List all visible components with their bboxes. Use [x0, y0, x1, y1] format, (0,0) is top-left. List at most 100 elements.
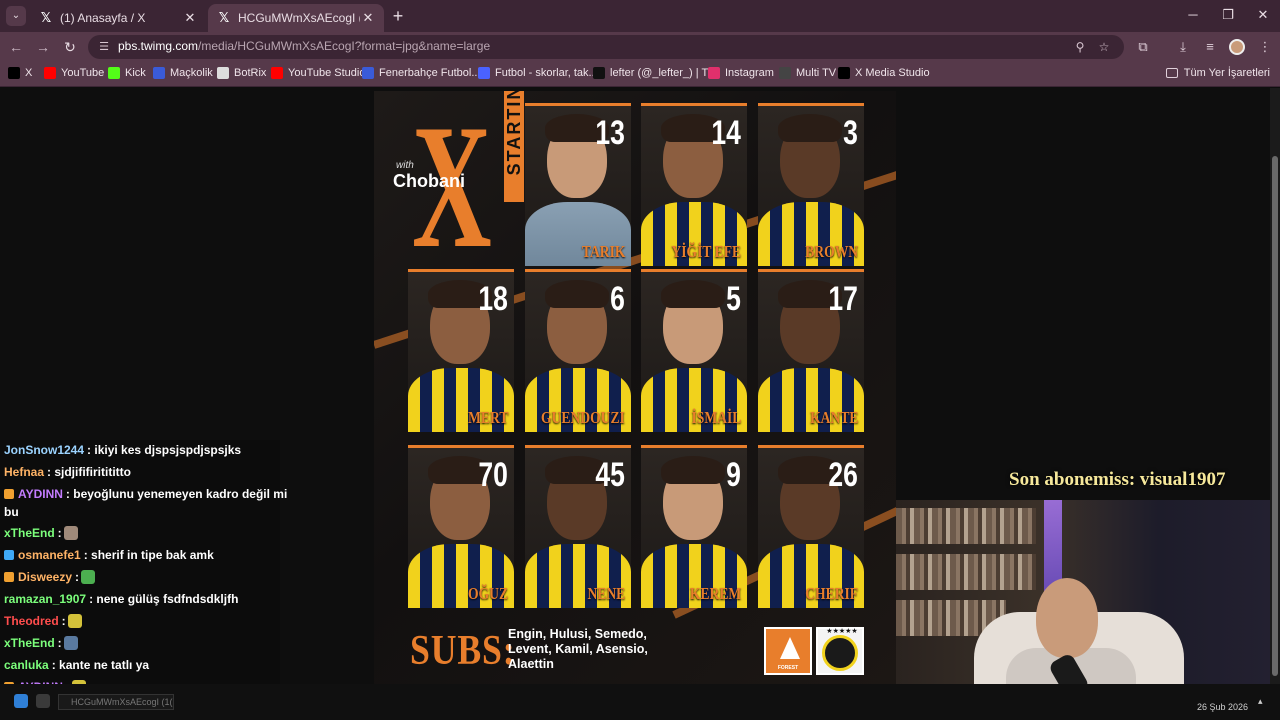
tab-media[interactable]: 𝕏 HCGuMWmXsAEcogI (1080×13 ✕	[208, 4, 384, 32]
bookmark-label: X	[25, 67, 33, 79]
x-logo-icon: 𝕏	[40, 10, 52, 25]
player-name: KANTE	[809, 408, 858, 427]
kick-icon	[108, 67, 120, 79]
sponsor-name: Chobani	[393, 171, 465, 191]
restore-icon[interactable]: ❐	[1211, 4, 1245, 26]
bookmark-label: Kick	[125, 67, 146, 79]
close-tab-icon[interactable]: ✕	[182, 10, 198, 26]
botrix-icon	[217, 67, 229, 79]
bookmark-botrix[interactable]: BotRix	[217, 67, 266, 79]
player-name: KEREM	[689, 584, 741, 603]
reload-icon[interactable]: ↻	[60, 37, 80, 57]
fenerbahce-crest: ★★★★★	[816, 627, 864, 675]
player-name: İSMAİL	[691, 408, 741, 427]
bookmark-x[interactable]: X	[8, 67, 32, 79]
tab-search-button[interactable]: ⌄	[6, 6, 26, 26]
media-control-icon[interactable]: ≡	[1201, 38, 1219, 56]
download-icon[interactable]: ⤓	[1174, 38, 1192, 56]
crest-ring	[822, 635, 858, 671]
player-hair	[545, 280, 609, 308]
player-number: 5	[726, 280, 741, 318]
chat-message: osmanefe1: sherif in tipe bak amk	[4, 547, 214, 563]
close-window-icon[interactable]: ✕	[1246, 4, 1280, 26]
bookmark-label: Fenerbahçe Futbol...	[379, 67, 481, 79]
subs-list: Engin, Hulusi, Semedo, Levent, Kamil, As…	[508, 627, 648, 671]
chat-message: bu	[4, 504, 19, 520]
bookmark-m[interactable]: Fenerbahçe Futbol...	[362, 67, 481, 79]
bookmark-multitv[interactable]: Multi TV	[779, 67, 836, 79]
chat-username[interactable]: AYDINN	[18, 487, 63, 501]
bookshelf	[896, 554, 1036, 590]
chat-text: bu	[4, 505, 19, 519]
taskbar-app-icon[interactable]	[36, 694, 50, 708]
minimize-icon[interactable]: ─	[1176, 4, 1210, 26]
player-card: 26 CHERIF	[758, 445, 864, 608]
chat-text: :	[57, 636, 62, 650]
forward-arrow-icon[interactable]: →	[33, 37, 53, 57]
tray-icon[interactable]: ▴	[1258, 696, 1268, 706]
chat-emote-icon	[63, 636, 78, 650]
chat-username[interactable]: xTheEnd	[4, 636, 55, 650]
tab-anasayfa[interactable]: 𝕏 (1) Anasayfa / X ✕	[30, 4, 206, 32]
start-icon[interactable]	[14, 694, 28, 708]
stream-chat: JonSnow1244: ikiyi kes djspsjspdjspsjks H…	[0, 440, 287, 720]
url-host: pbs.twimg.com	[118, 39, 199, 53]
player-card: 9 KEREM	[641, 445, 747, 608]
bookmark-youtube[interactable]: YouTube	[44, 67, 104, 79]
player-name: GUENDOUZI	[541, 408, 625, 427]
crest-stars: ★★★★★	[826, 628, 858, 635]
player-hair	[778, 114, 842, 142]
bookmark-instagram[interactable]: Instagram	[708, 67, 774, 79]
player-name: BROWN	[805, 242, 858, 261]
new-tab-button[interactable]: +	[388, 6, 408, 26]
chat-username[interactable]: JonSnow1244	[4, 443, 84, 457]
streamer-head	[1036, 578, 1098, 658]
chat-message: JonSnow1244: ikiyi kes djspsjspdjspsjks	[4, 442, 241, 458]
menu-kebab-icon[interactable]: ⋮	[1256, 38, 1274, 56]
instagram-icon	[708, 67, 720, 79]
tiktok-icon	[593, 67, 605, 79]
chat-username[interactable]: xTheEnd	[4, 526, 55, 540]
bookmark-x[interactable]: X Media Studio	[838, 67, 930, 79]
bookmark-futbol[interactable]: Futbol - skorlar, tak...	[478, 67, 598, 79]
chat-message: xTheEnd:	[4, 635, 78, 651]
chat-text: : nene gülüş fsdfndsdkljfh	[89, 592, 239, 606]
profile-avatar[interactable]	[1229, 39, 1245, 55]
player-card: 18 MERT	[408, 269, 514, 432]
url-path: /media/HCGuMWmXsAEcogI?format=jpg&name=l…	[198, 39, 491, 53]
chat-text: :	[57, 526, 62, 540]
chat-username[interactable]: ramazan_1907	[4, 592, 86, 606]
zoom-icon[interactable]: ⚲	[1072, 39, 1088, 55]
bookmark-kick[interactable]: Kick	[108, 67, 146, 79]
page-scrollbar[interactable]	[1270, 88, 1280, 684]
extensions-icon[interactable]: ⧉	[1134, 38, 1152, 56]
all-bookmarks-folder[interactable]: Tüm Yer İşaretleri	[1165, 67, 1270, 79]
chat-text: : sherif in tipe bak amk	[83, 548, 214, 562]
chat-username[interactable]: Disweezy	[18, 570, 72, 584]
bookmark-label: YouTube Studio	[288, 67, 366, 79]
bookshelf	[896, 508, 1036, 544]
chat-message: Theodred:	[4, 613, 82, 629]
tab-bar: ⌄ 𝕏 (1) Anasayfa / X ✕ 𝕏 HCGuMWmXsAEcogI…	[0, 0, 1280, 32]
close-tab-icon[interactable]: ✕	[360, 10, 376, 26]
address-bar[interactable]: ☰ pbs.twimg.com/media/HCGuMWmXsAEcogI?fo…	[88, 35, 1124, 59]
player-number: 17	[828, 280, 858, 318]
chat-username[interactable]: osmanefe1	[18, 548, 81, 562]
player-hair	[661, 280, 725, 308]
crest-label: FOREST	[777, 665, 799, 671]
bookmark-tiktok[interactable]: lefter (@_lefter_) | Ti...	[593, 67, 719, 79]
chat-username[interactable]: Theodred	[4, 614, 59, 628]
chat-username[interactable]: Hefnaa	[4, 465, 44, 479]
bookmark-youtube-studio[interactable]: YouTube Studio	[271, 67, 365, 79]
chat-username[interactable]: canluka	[4, 658, 49, 672]
player-card: 6 GUENDOUZI	[525, 269, 631, 432]
chat-message: ramazan_1907: nene gülüş fsdfndsdkljfh	[4, 591, 238, 607]
player-card: 3 BROWN	[758, 103, 864, 266]
bookmark-mackolik[interactable]: Maçkolik	[153, 67, 213, 79]
site-settings-icon[interactable]: ☰	[96, 39, 112, 55]
back-arrow-icon[interactable]: ←	[6, 37, 26, 57]
bookmark-star-icon[interactable]: ☆	[1096, 39, 1112, 55]
scrollbar-thumb[interactable]	[1272, 156, 1278, 676]
player-card: 70 OĞUZ	[408, 445, 514, 608]
mackolik-icon	[153, 67, 165, 79]
